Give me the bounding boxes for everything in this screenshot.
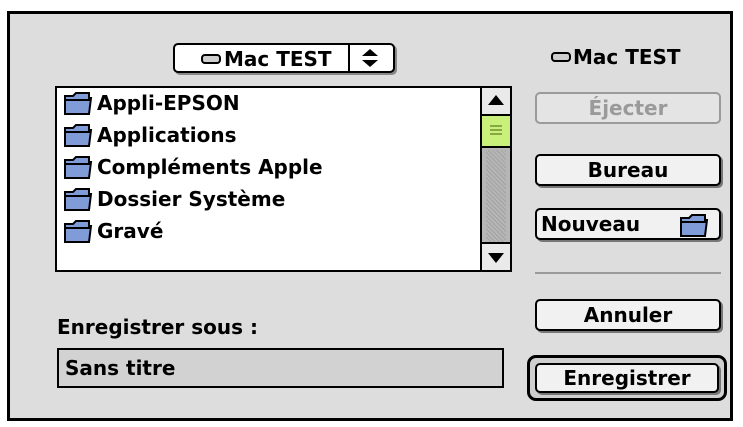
- list-item-label: Appli-EPSON: [97, 91, 240, 115]
- folder-icon: [64, 188, 93, 211]
- cancel-button[interactable]: Annuler: [535, 299, 721, 331]
- triangle-up-icon: [488, 95, 504, 105]
- location-popup[interactable]: Mac TEST: [173, 43, 395, 73]
- list-item-label: Dossier Système: [97, 187, 286, 211]
- scroll-down-button[interactable]: [482, 242, 510, 270]
- divider: [535, 272, 721, 274]
- default-button-ring: Enregistrer: [527, 355, 727, 401]
- scroll-track[interactable]: [486, 150, 506, 242]
- list-item-label: Applications: [97, 123, 237, 147]
- list-item-label: Compléments Apple: [97, 155, 323, 179]
- folder-icon: [64, 92, 93, 115]
- list-item[interactable]: Appli-EPSON: [63, 88, 240, 118]
- scroll-thumb[interactable]: [482, 116, 510, 148]
- file-name-input[interactable]: [57, 348, 504, 388]
- hard-disk-icon: [201, 54, 221, 64]
- hard-disk-icon: [551, 52, 571, 62]
- new-folder-button-label: Nouveau: [541, 212, 641, 236]
- grip-lines-icon: [490, 125, 502, 135]
- new-folder-button[interactable]: Nouveau: [535, 208, 721, 240]
- list-item[interactable]: Gravé: [63, 216, 163, 246]
- list-item[interactable]: Compléments Apple: [63, 152, 323, 182]
- location-popup-label: Mac TEST: [224, 47, 332, 71]
- vertical-scrollbar[interactable]: [480, 88, 510, 270]
- folder-icon: [64, 220, 93, 243]
- desktop-button[interactable]: Bureau: [535, 154, 721, 186]
- folder-icon: [64, 156, 93, 179]
- list-item[interactable]: Dossier Système: [63, 184, 285, 214]
- file-list[interactable]: Appli-EPSON Applications Compléments App…: [55, 86, 512, 272]
- list-item-label: Gravé: [97, 219, 164, 243]
- list-item[interactable]: Applications: [63, 120, 236, 150]
- folder-icon: [64, 124, 93, 147]
- save-button[interactable]: Enregistrer: [535, 363, 719, 393]
- eject-button[interactable]: Éjecter: [535, 92, 721, 124]
- up-down-arrows-icon: [362, 49, 378, 67]
- save-as-label: Enregistrer sous :: [57, 315, 258, 339]
- folder-icon: [680, 214, 709, 237]
- popup-separator: [348, 45, 350, 71]
- scroll-up-button[interactable]: [482, 88, 510, 116]
- triangle-down-icon: [488, 253, 504, 263]
- volume-label: Mac TEST: [573, 45, 681, 69]
